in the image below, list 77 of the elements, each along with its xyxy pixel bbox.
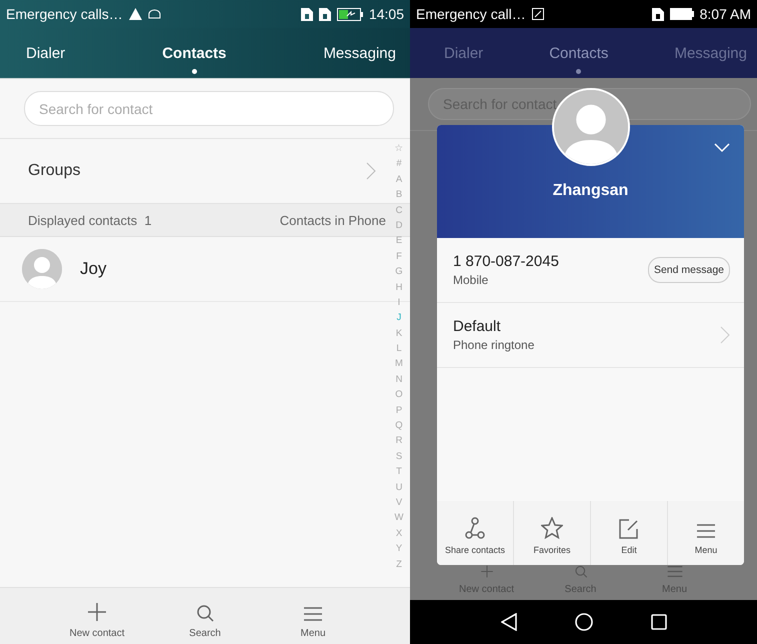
index-letter[interactable]: Z — [396, 556, 402, 572]
chevron-right-icon — [720, 326, 730, 344]
menu-icon — [664, 565, 684, 578]
index-letter[interactable]: B — [396, 187, 402, 203]
index-letter[interactable]: R — [396, 433, 402, 449]
send-message-button[interactable]: Send message — [648, 257, 730, 283]
action-button[interactable]: Favorites — [513, 501, 590, 565]
android-icon — [148, 9, 161, 19]
index-letter[interactable]: V — [396, 494, 402, 510]
search-field[interactable]: Search for contact — [24, 91, 394, 126]
source-label: Contacts in Phone — [280, 212, 386, 228]
index-letter[interactable]: D — [396, 218, 402, 234]
index-letter[interactable]: L — [396, 341, 402, 356]
search-icon — [196, 604, 214, 622]
tab[interactable]: Dialer — [438, 28, 490, 75]
index-letter[interactable]: P — [396, 402, 402, 418]
index-letter[interactable]: T — [396, 464, 402, 480]
menu-icon — [696, 523, 716, 539]
chevron-down-icon[interactable] — [714, 141, 730, 151]
battery-icon — [670, 8, 694, 20]
tab[interactable]: Messaging — [317, 28, 402, 75]
ringtone-value: Default — [453, 318, 502, 335]
index-letter[interactable]: # — [396, 156, 402, 172]
index-letter[interactable]: G — [395, 264, 403, 280]
action-button[interactable]: Share contacts — [437, 501, 513, 565]
contact-name: Zhangsan — [552, 182, 628, 200]
index-letter[interactable]: I — [398, 294, 400, 310]
tab[interactable]: Messaging — [668, 28, 753, 75]
clock: 8:07 AM — [700, 6, 751, 22]
battery-charging-icon — [336, 8, 363, 20]
menu-icon — [303, 606, 323, 622]
index-letter[interactable]: H — [396, 280, 402, 295]
index-letter[interactable]: X — [396, 526, 402, 542]
back-button[interactable] — [500, 613, 516, 631]
avatar-icon — [22, 249, 62, 289]
toolbar-button[interactable]: New contact — [57, 588, 137, 644]
index-letter[interactable]: K — [396, 326, 402, 342]
toolbar-button[interactable]: Menu — [273, 588, 353, 644]
ringtone-row[interactable]: Default Phone ringtone — [437, 303, 744, 368]
index-letter[interactable]: N — [396, 372, 402, 388]
recents-button[interactable] — [650, 614, 666, 630]
notification-text: Emergency call… — [416, 6, 526, 22]
index-letter[interactable]: M — [395, 356, 403, 372]
clock: 14:05 — [368, 6, 404, 22]
action-button[interactable]: Edit — [590, 501, 667, 565]
chevron-right-icon — [366, 162, 376, 180]
phone-number: 1 870-087-2045 — [453, 253, 560, 270]
phone-type: Mobile — [453, 273, 490, 287]
index-letter[interactable]: Y — [396, 541, 402, 557]
ringtone-label: Phone ringtone — [453, 338, 536, 352]
index-letter[interactable]: A — [396, 172, 402, 188]
sim-icon — [652, 8, 664, 20]
index-letter[interactable]: S — [396, 448, 402, 464]
count-label: Displayed contacts 1 — [28, 212, 152, 228]
notification-text: Emergency calls… — [6, 6, 123, 22]
action-button[interactable]: Menu — [667, 501, 744, 565]
index-letter[interactable]: O — [395, 387, 403, 403]
star-icon — [541, 517, 563, 539]
tab[interactable]: Contacts — [156, 28, 232, 75]
home-button[interactable] — [574, 613, 592, 631]
sim-icon — [300, 8, 313, 20]
index-letter[interactable]: F — [396, 248, 402, 264]
index-letter[interactable]: J — [396, 310, 402, 326]
tab[interactable]: Contacts — [543, 28, 614, 75]
toolbar-button[interactable]: Search — [165, 588, 245, 644]
index-letter[interactable]: C — [396, 202, 402, 218]
index-letter[interactable]: U — [396, 480, 402, 495]
edit-icon — [532, 8, 544, 20]
tab[interactable]: Dialer — [20, 28, 72, 75]
share-icon — [465, 517, 485, 539]
index-letter[interactable]: W — [394, 510, 404, 526]
edit-icon — [619, 519, 639, 539]
sim-icon — [318, 8, 331, 20]
index-letter[interactable]: ☆ — [394, 141, 404, 156]
warning-icon — [128, 8, 142, 20]
plus-icon — [87, 602, 107, 622]
index-letter[interactable]: Q — [395, 418, 403, 434]
